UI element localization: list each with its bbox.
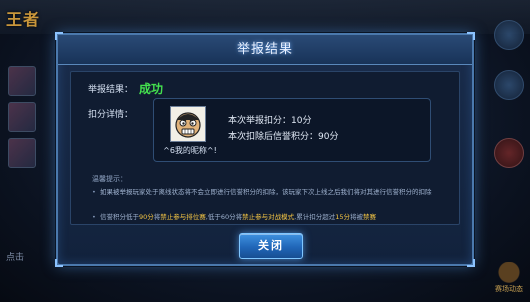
player-cartoon-face-icon [175,112,201,138]
frame-corner [55,259,63,267]
dialog-title: 举报结果 [58,35,472,65]
result-label: 举报结果： [88,84,134,95]
report-result-dialog: 举报结果 举报结果： 成功 扣分详情： ^6我的昵称^! 本次举报扣分：10分 … [55,32,475,267]
report-result-row: 举报结果： 成功 [88,78,163,98]
tips-title: 温馨提示： [92,175,127,183]
close-button[interactable]: 关闭 [239,233,303,259]
player-avatar [170,106,206,142]
game-logo: 王者 [6,10,41,29]
background-click-label: 点击 [6,253,25,263]
background-menu-button [494,20,524,50]
background-news-button: 赛场动态 [494,262,524,296]
frame-corner [467,259,475,267]
credit-score-text: 本次扣除后信誉积分：90分 [228,132,339,142]
player-nickname: ^6我的昵称^! [163,146,217,155]
deduction-detail-box: ^6我的昵称^! 本次举报扣分：10分 本次扣除后信誉积分：90分 [153,98,431,162]
background-top-bar [0,0,530,34]
result-value: 成功 [139,81,164,96]
background-hero-avatar [8,66,36,96]
deduction-detail-label: 扣分详情： [88,110,134,120]
tip-credit-rules: 信誉积分低于90分将禁止参与排位赛,低于60分将禁止参与对战模式,累计扣分超过1… [92,212,442,222]
background-alert-button [494,138,524,168]
background-hero-avatar [8,102,36,132]
report-deduction-text: 本次举报扣分：10分 [228,116,312,126]
background-hero-avatar [8,138,36,168]
background-chat-button [494,70,524,100]
tip-offline: 如果被举报玩家处于离线状态将不会立即进行信誉积分的扣除，该玩家下次上线之后我们将… [92,187,442,197]
